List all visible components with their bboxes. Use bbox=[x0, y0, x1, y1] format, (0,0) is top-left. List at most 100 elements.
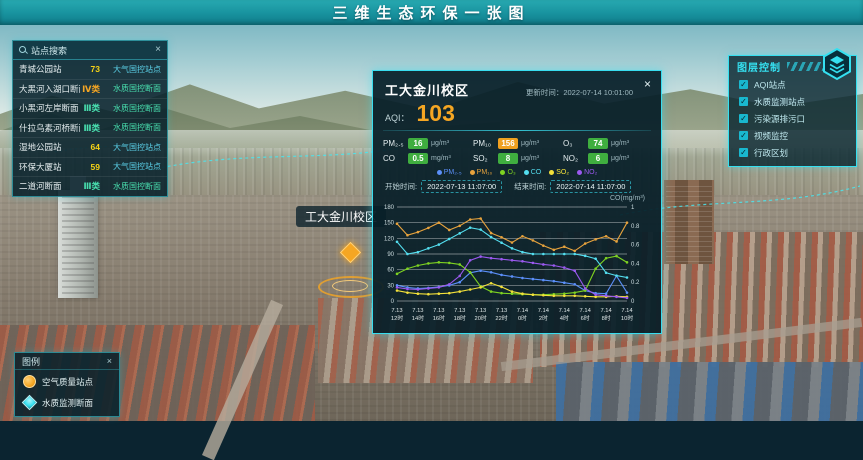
pollutant-reading: PM₁₀156μg/m³ bbox=[473, 138, 561, 149]
legend-panel-header: 图例 × bbox=[15, 353, 119, 370]
legend-dot bbox=[500, 170, 505, 175]
legend-label: PM₁₀ bbox=[477, 169, 493, 176]
start-time-input[interactable]: 2022-07-13 11:07:00 bbox=[421, 180, 502, 193]
legend-item: 空气质量站点 bbox=[15, 370, 119, 391]
station-row[interactable]: 大黑河入湖口断面Ⅳ类水质国控断面 bbox=[13, 80, 167, 100]
layers-hexagon-icon[interactable] bbox=[820, 47, 854, 81]
pollutant-unit: μg/m³ bbox=[521, 155, 539, 162]
legend-item[interactable]: NO₂ bbox=[577, 169, 597, 176]
checkbox-checked-icon[interactable]: ✓ bbox=[739, 148, 748, 157]
svg-text:1: 1 bbox=[631, 205, 635, 211]
svg-text:16时: 16时 bbox=[433, 314, 445, 322]
pollutant-unit: μg/m³ bbox=[431, 140, 449, 147]
series-line-CO bbox=[397, 228, 627, 278]
checkbox-checked-icon[interactable]: ✓ bbox=[739, 97, 748, 106]
legend-label: O₃ bbox=[507, 169, 515, 176]
aqi-value: 103 bbox=[417, 102, 455, 125]
layer-item[interactable]: ✓视频监控 bbox=[729, 127, 856, 144]
pollutant-label: NO₂ bbox=[563, 154, 585, 163]
legend-item: 水质监测断面 bbox=[15, 391, 119, 412]
svg-text:18时: 18时 bbox=[454, 314, 466, 322]
station-row[interactable]: 湿地公园站64 大气国控站点 bbox=[13, 138, 167, 158]
legend-label: 水质监测断面 bbox=[42, 397, 93, 409]
legend-label: NO₂ bbox=[584, 169, 597, 176]
station-row[interactable]: 环保大厦站59大气国控站点 bbox=[13, 158, 167, 178]
svg-text:20时: 20时 bbox=[475, 314, 487, 322]
white-landmark-tower bbox=[58, 190, 98, 298]
legend-item[interactable]: O₃ bbox=[500, 169, 515, 176]
legend-item[interactable]: PM₁₀ bbox=[470, 169, 493, 176]
svg-text:0.6: 0.6 bbox=[631, 243, 640, 249]
svg-text:0: 0 bbox=[631, 299, 635, 305]
station-value: 64 bbox=[80, 142, 100, 152]
svg-text:10时: 10时 bbox=[621, 314, 633, 322]
end-time-input[interactable]: 2022-07-14 11:07:00 bbox=[550, 180, 631, 193]
update-time: 更新时间：2022-07-14 10:01:00 bbox=[526, 87, 633, 98]
pollutant-value-badge: 16 bbox=[408, 138, 428, 149]
legend-dot bbox=[437, 170, 442, 175]
layer-item[interactable]: ✓污染源排污口 bbox=[729, 110, 856, 127]
svg-text:0: 0 bbox=[391, 299, 395, 305]
close-icon[interactable]: × bbox=[107, 357, 112, 366]
layer-item[interactable]: ✓行政区划 bbox=[729, 144, 856, 161]
station-row[interactable]: 二道河断面Ⅲ类水质国控断面 bbox=[13, 177, 167, 196]
svg-text:7.14: 7.14 bbox=[580, 308, 592, 314]
pollutant-label: CO bbox=[383, 154, 405, 163]
svg-text:7.13: 7.13 bbox=[412, 308, 423, 314]
map-legend-panel: 图例 × 空气质量站点水质监测断面 bbox=[14, 352, 120, 417]
pollutant-label: PM₂.₅ bbox=[383, 139, 405, 148]
popup-header: 工大金川校区 更新时间：2022-07-14 10:01:00 bbox=[373, 71, 661, 99]
divider bbox=[383, 130, 651, 131]
station-row[interactable]: 小黑河左岸断面Ⅲ类水质国控断面 bbox=[13, 99, 167, 119]
chart-legend: PM₂.₅ PM₁₀ O₃ CO SO₂ NO₂ bbox=[373, 165, 661, 177]
checkbox-checked-icon[interactable]: ✓ bbox=[739, 114, 748, 123]
close-icon[interactable]: × bbox=[644, 78, 651, 90]
svg-text:6时: 6时 bbox=[581, 314, 590, 322]
station-value: 59 bbox=[80, 162, 100, 172]
station-value: Ⅲ类 bbox=[80, 180, 100, 192]
checkbox-checked-icon[interactable]: ✓ bbox=[739, 131, 748, 140]
svg-text:0时: 0时 bbox=[518, 314, 527, 322]
station-value: Ⅲ类 bbox=[80, 102, 100, 114]
svg-text:8时: 8时 bbox=[602, 314, 611, 322]
checkbox-checked-icon[interactable]: ✓ bbox=[739, 80, 748, 89]
svg-text:0.4: 0.4 bbox=[631, 261, 640, 267]
svg-text:12时: 12时 bbox=[391, 314, 403, 322]
pollutant-reading: NO₂6μg/m³ bbox=[563, 153, 651, 164]
aqi-label: AQI： bbox=[385, 111, 410, 124]
station-name: 环保大厦站 bbox=[19, 161, 80, 173]
station-name: 青城公园站 bbox=[19, 63, 80, 75]
svg-text:30: 30 bbox=[387, 283, 394, 289]
close-icon[interactable]: × bbox=[155, 45, 161, 55]
legend-panel-title: 图例 bbox=[22, 355, 107, 368]
svg-text:7.14: 7.14 bbox=[538, 308, 550, 314]
legend-label: CO bbox=[531, 169, 542, 176]
svg-text:60: 60 bbox=[387, 268, 394, 274]
pollutant-unit: μg/m³ bbox=[611, 140, 629, 147]
pollutant-value-badge: 0.5 bbox=[408, 153, 428, 164]
legend-item[interactable]: PM₂.₅ bbox=[437, 169, 462, 176]
svg-text:7.13: 7.13 bbox=[496, 308, 507, 314]
legend-item[interactable]: SO₂ bbox=[549, 169, 569, 176]
svg-text:7.14: 7.14 bbox=[517, 308, 529, 314]
pollutant-value-badge: 156 bbox=[498, 138, 518, 149]
pollutant-value-badge: 6 bbox=[588, 153, 608, 164]
layer-item[interactable]: ✓水质监测站点 bbox=[729, 93, 856, 110]
svg-text:7.13: 7.13 bbox=[433, 308, 444, 314]
station-name: 湿地公园站 bbox=[19, 141, 80, 153]
station-row[interactable]: 青城公园站73大气国控站点 bbox=[13, 60, 167, 80]
legend-item[interactable]: CO bbox=[524, 169, 542, 176]
title-bar: 三维生态环保一张图 bbox=[0, 0, 863, 25]
legend-dot bbox=[577, 170, 582, 175]
svg-text:7.13: 7.13 bbox=[475, 308, 486, 314]
legend-dot bbox=[524, 170, 529, 175]
trend-chart-svg: 030609012015018000.20.40.60.817.1312时7.1… bbox=[377, 202, 653, 328]
pollutant-label: PM₁₀ bbox=[473, 139, 495, 148]
pollutant-value-badge: 8 bbox=[498, 153, 518, 164]
station-type: 大气国控站点 bbox=[105, 142, 161, 153]
legend-list: 空气质量站点水质监测断面 bbox=[15, 370, 119, 412]
station-list: 青城公园站73大气国控站点大黑河入湖口断面Ⅳ类水质国控断面小黑河左岸断面Ⅲ类水质… bbox=[13, 60, 167, 196]
pollutant-unit: mg/m³ bbox=[431, 155, 451, 162]
marker-glow-ring-inner bbox=[332, 280, 368, 292]
station-row[interactable]: 什拉乌素河桥断面Ⅲ类水质国控断面 bbox=[13, 119, 167, 139]
